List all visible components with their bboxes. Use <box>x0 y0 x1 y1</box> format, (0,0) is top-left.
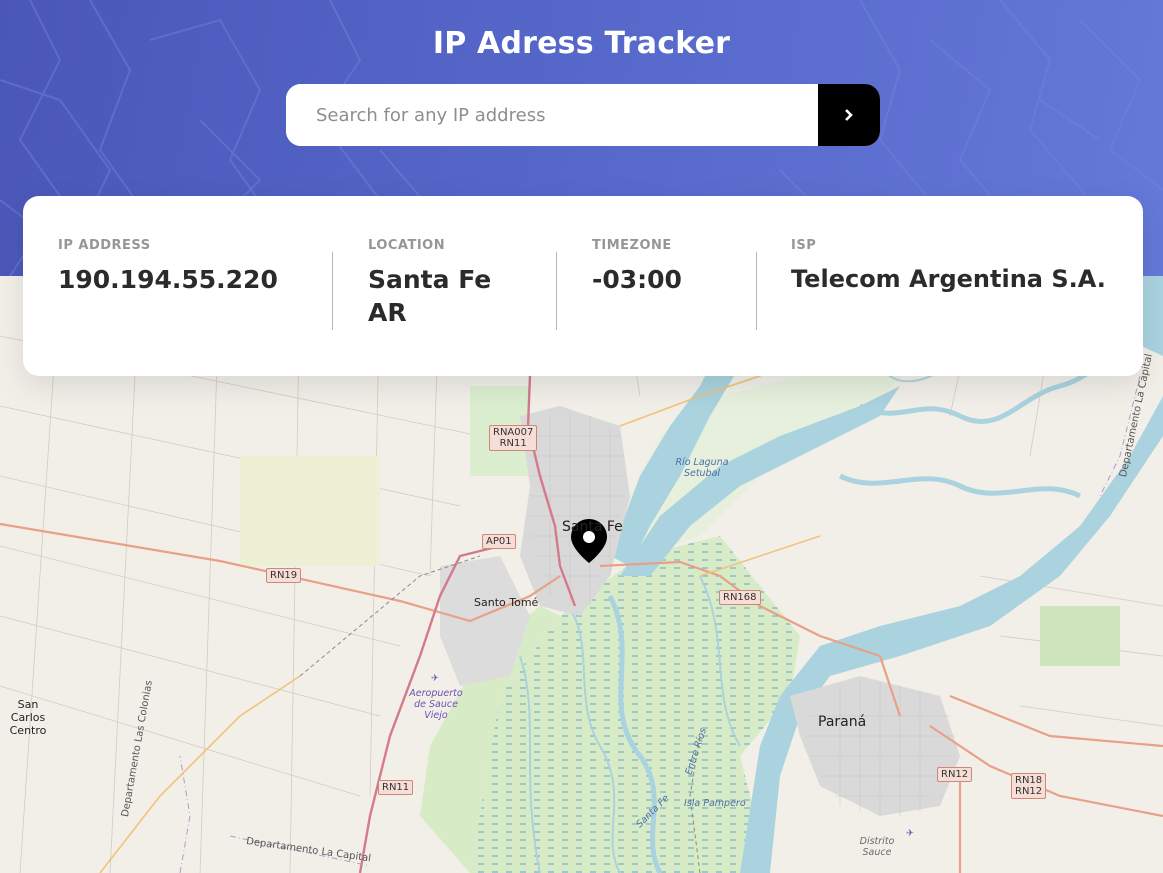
district-label-line: Distrito <box>859 836 895 847</box>
divider <box>332 252 333 330</box>
map-city-label: Paraná <box>818 714 867 730</box>
timezone-value: -03:00 <box>592 265 682 294</box>
road-shield: RN168 <box>719 590 761 605</box>
ip-info-card: IP ADDRESS 190.194.55.220 LOCATION Santa… <box>23 196 1143 376</box>
map-city-label: Santa Fe <box>562 519 623 535</box>
location-section: LOCATION Santa Fe AR <box>368 238 491 329</box>
ip-address-section: IP ADDRESS 190.194.55.220 <box>58 238 278 296</box>
water-label-line: Setubal <box>683 468 721 479</box>
map-city-label: Santo Tomé <box>474 596 539 609</box>
chevron-right-icon <box>845 109 853 121</box>
map-city-label-line: San Carlos <box>10 698 46 724</box>
water-label-line: Río Laguna <box>675 457 729 468</box>
isp-value: Telecom Argentina S.A. <box>791 265 1106 293</box>
airport-label-line: de Sauce <box>414 699 458 710</box>
location-country: AR <box>368 298 407 327</box>
airport-label-line: Aeropuerto <box>409 688 463 699</box>
district-label: Distrito Sauce <box>852 836 902 858</box>
search-bar <box>286 84 880 146</box>
road-shield: RN12 <box>937 767 973 782</box>
search-submit-button[interactable] <box>818 84 880 146</box>
page-title: IP Adress Tracker <box>432 26 731 61</box>
road-shield-line: RN18 <box>1015 775 1043 786</box>
airport-label: Aeropuerto de Sauce Viejo <box>406 688 466 721</box>
road-shield: RN11 <box>378 780 414 795</box>
location-value: Santa Fe AR <box>368 263 491 329</box>
airport-label-line: Viejo <box>424 710 448 721</box>
map-city-label-line: Centro <box>9 724 47 737</box>
water-label: Río Laguna Setubal <box>672 457 732 479</box>
road-shield: RN18 RN12 <box>1011 773 1047 799</box>
ip-address-value: 190.194.55.220 <box>58 265 278 294</box>
road-shield: RNA007 RN11 <box>489 425 538 451</box>
road-shield-line: RN11 <box>499 438 527 449</box>
search-input[interactable] <box>286 84 818 146</box>
district-label-line: Sauce <box>862 847 892 858</box>
isp-section: ISP Telecom Argentina S.A. <box>791 238 1106 296</box>
location-label: LOCATION <box>368 238 446 253</box>
road-shield-line: RNA007 <box>493 427 534 438</box>
road-shield: RN19 <box>266 568 302 583</box>
road-shield-line: RN12 <box>1015 786 1043 797</box>
divider <box>756 252 757 330</box>
location-city: Santa Fe <box>368 265 492 294</box>
divider <box>556 252 557 330</box>
airplane-icon: ✈ <box>906 828 914 839</box>
water-label: Isla Pampero <box>684 798 746 809</box>
road-shield: AP01 <box>482 534 516 549</box>
timezone-section: TIMEZONE -03:00 <box>592 238 682 296</box>
ip-address-label: IP ADDRESS <box>58 238 151 253</box>
timezone-label: TIMEZONE <box>592 238 672 253</box>
airplane-icon: ✈ <box>431 673 439 684</box>
map-city-label: San Carlos Centro <box>0 698 56 737</box>
isp-label: ISP <box>791 238 817 253</box>
